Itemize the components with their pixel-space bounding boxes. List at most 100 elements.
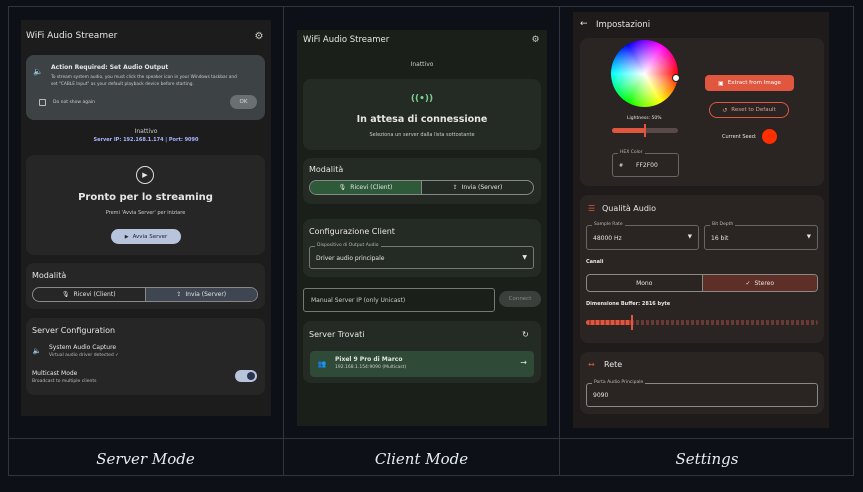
mode-receive[interactable]: 🎙 Ricevi (Client) [33,288,145,301]
caption-server: Server Mode [96,450,195,468]
channels-segmented: Mono ✓ Stereo [586,274,818,292]
bit-depth-select[interactable]: Bit Depth 16 bit ▼ [704,222,818,250]
buffer-slider[interactable] [586,315,818,330]
mode-receive[interactable]: 🎙 Ricevi (Client) [310,181,421,194]
app-title: WiFi Audio Streamer [303,35,390,45]
upload-icon: ⇪ [176,291,182,298]
channel-stereo[interactable]: ✓ Stereo [701,275,817,291]
buffer-label: Dimensione Buffer: 2816 byte [586,301,671,307]
bit-depth-value: 16 bit [711,235,729,242]
mode-send[interactable]: ⇪ Invia (Server) [421,181,533,194]
capture-label: System Audio Capture [49,344,117,351]
toggle-knob [247,372,255,380]
broadcast-icon: ((•)) [410,94,434,104]
mode-segmented: 🎙 Ricevi (Client) ⇪ Invia (Server) [309,180,534,195]
servers-card: Server Trovati ↻ 👥 Pixel 9 Pro di Marco … [303,321,541,383]
mode-send[interactable]: ⇪ Invia (Server) [144,288,257,301]
device-name: Pixel 9 Pro di Marco [335,356,403,363]
port-input[interactable]: Porta Audio Principale 9090 [586,380,818,407]
channel-mono[interactable]: Mono [587,275,702,291]
servers-title: Server Trovati [309,330,365,339]
multicast-sub: Broadcast to multiple clients [32,379,97,384]
connect-button[interactable]: Connect [499,291,541,307]
dont-show-checkbox[interactable] [39,99,46,106]
speaker-icon: 🔈 [33,66,43,76]
current-seed-label: Current Seed: [722,134,757,140]
dropdown-arrow-icon: ▼ [687,234,692,240]
speaker-icon: 🔈 [32,347,42,355]
mode-card: Modalità 🎙 Ricevi (Client) ⇪ Invia (Server… [26,263,265,309]
reset-default-button[interactable]: ↺ Reset to Default [709,102,789,118]
start-server-button[interactable]: ▶ Avvia Server [111,229,181,244]
wheel-handle[interactable] [672,74,680,82]
mic-icon: 🎙 [61,291,70,298]
multicast-toggle[interactable] [235,370,257,382]
hex-value: FF2F00 [636,162,658,169]
config-card: Server Configuration 🔈 System Audio Capt… [26,318,265,395]
gear-icon[interactable]: ⚙ [530,34,541,45]
mode-title: Modalità [309,165,344,174]
buffer-fill [586,320,633,325]
channels-label: Canali [586,259,604,265]
status-text: Inattivo [134,128,158,135]
arrow-right-icon: → [520,358,527,367]
lightness-label: Lightness: 50% [627,116,662,121]
back-arrow-icon[interactable]: ← [580,19,588,29]
dropdown-arrow-icon: ▼ [522,254,527,261]
separator [559,6,560,476]
hex-color-input[interactable]: HEX Color # FF2F00 [612,150,679,177]
gear-icon[interactable]: ⚙ [253,30,265,42]
output-device-select[interactable]: Dispositivo di Output Audio Driver audio… [309,243,534,269]
quality-title: Qualità Audio [602,204,657,213]
play-icon: ▶ [136,166,154,184]
lightness-slider[interactable] [612,124,678,137]
dont-show-label: Do not show again [53,100,95,105]
capture-sub: Virtual audio driver detected ✓ [49,353,119,358]
bit-depth-label: Bit Depth [710,222,736,227]
waiting-title: In attesa di connessione [356,114,488,125]
client-screen: WiFi Audio Streamer ⚙ Inattivo ((•)) In … [297,30,547,426]
server-screen: WiFi Audio Streamer ⚙ 🔈 Action Required:… [21,20,271,416]
output-label: Dispositivo di Output Audio [315,243,381,248]
theme-card: Lightness: 50% HEX Color # FF2F00 ▣ Extra… [580,38,824,186]
waiting-hint: Seleziona un server dalla lista sottosta… [369,132,475,138]
multicast-label: Multicast Mode [32,370,78,377]
play-icon: ▶ [124,233,129,240]
client-config-card: Configurazione Client Dispositivo di Out… [303,219,541,277]
buffer-thumb[interactable] [631,315,634,330]
port-value: 9090 [593,392,609,399]
hex-label: HEX Color [618,150,645,155]
history-icon: ↺ [722,106,728,114]
refresh-icon[interactable]: ↻ [520,329,531,340]
image-icon: ▣ [718,79,724,87]
dropdown-arrow-icon: ▼ [806,234,811,240]
mode-segmented: 🎙 Ricevi (Client) ⇪ Invia (Server) [32,287,258,302]
alert-title: Action Required: Set Audio Output [51,64,169,71]
server-list-item[interactable]: 👥 Pixel 9 Pro di Marco 192.168.1.154:909… [310,351,534,377]
config-title: Configurazione Client [309,227,395,236]
network-card: ↔ Rete Porta Audio Principale 9090 [580,352,824,414]
extract-image-button[interactable]: ▣ Extract from Image [705,75,794,91]
seed-color-swatch [762,129,777,144]
lightness-fill [612,128,645,133]
device-address: 192.168.1.154:9090 (Multicast) [335,365,407,370]
manual-ip-input[interactable]: Manual Server IP (only Unicast) [303,288,495,312]
upload-icon: ⇪ [452,184,458,191]
waiting-card: ((•)) In attesa di connessione Seleziona… [303,79,541,150]
network-title: Rete [604,360,623,369]
settings-screen: ← Impostazioni Lightness: 50% HEX Color … [573,12,829,428]
sample-rate-select[interactable]: Sample Rate 48000 Hz ▼ [586,222,699,250]
wheel-shade [611,40,678,107]
sample-rate-label: Sample Rate [592,222,625,227]
swap-arrows-icon: ↔ [588,360,595,369]
ready-hint: Premi 'Avvia Server' per iniziare [105,210,186,216]
lightness-thumb[interactable] [644,124,646,137]
alert-text: set "CABLE Input" as your default playba… [51,82,194,87]
alert-text: To stream system audio, you must click t… [51,75,237,80]
ready-title: Pronto per lo streaming [78,192,213,203]
color-wheel[interactable] [611,40,680,107]
caption-settings: Settings [675,450,739,468]
equalizer-icon: ☰ [588,204,596,213]
app-title: WiFi Audio Streamer [26,31,118,41]
ok-button[interactable]: OK [230,95,257,109]
